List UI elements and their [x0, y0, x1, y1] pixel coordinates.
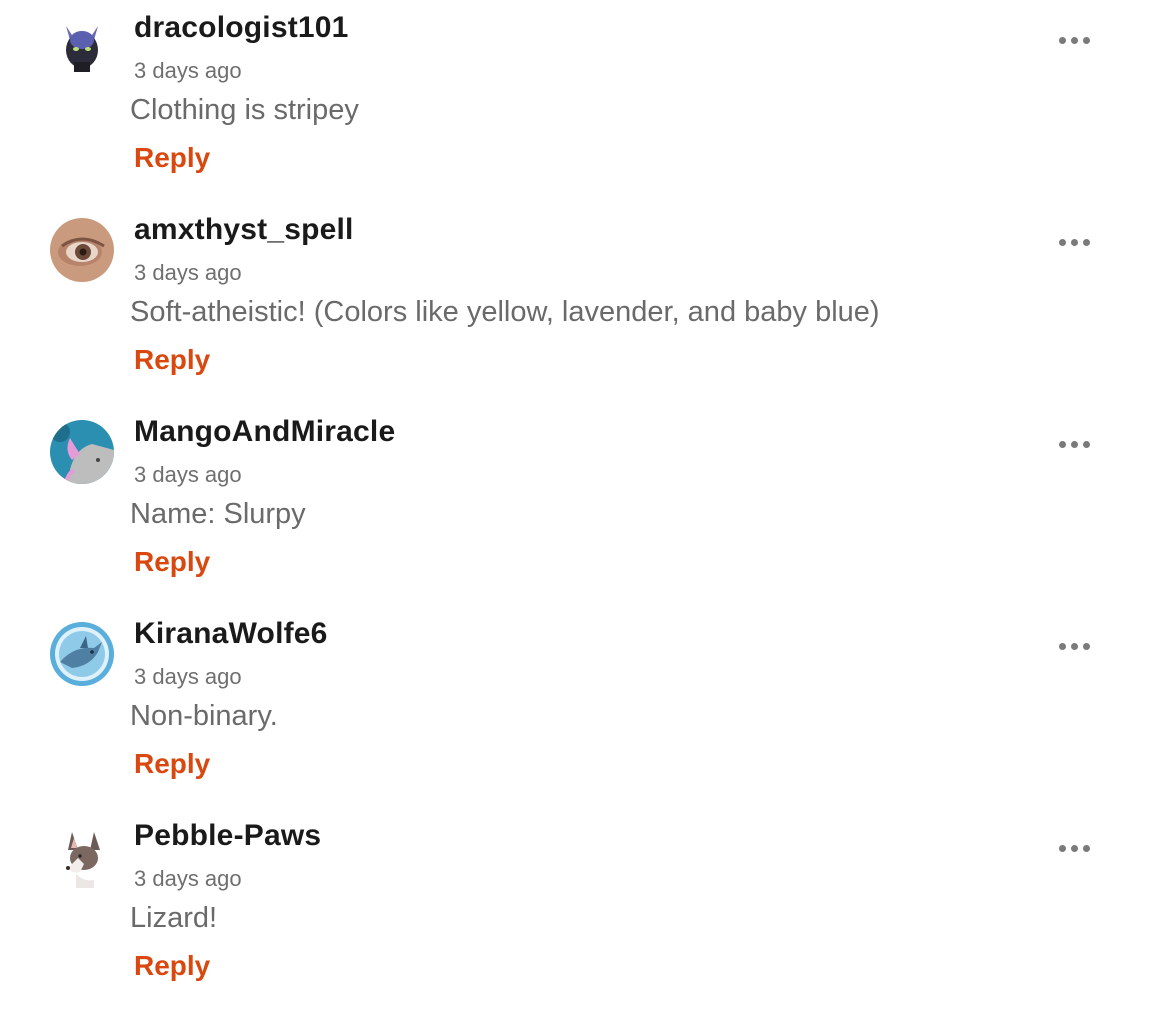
comment-text: Lizard! [130, 902, 218, 934]
username[interactable]: MangoAndMiracle [134, 412, 395, 452]
more-options-button[interactable] [1052, 226, 1096, 258]
more-icon-dot [1082, 642, 1090, 650]
comment-item: MangoAndMiracle 3 days ago Name: Slurpy … [0, 404, 1169, 606]
more-icon-dot [1058, 238, 1066, 246]
comment-text: Clothing is stripey [130, 94, 359, 126]
reply-button[interactable]: Reply [134, 744, 210, 784]
timestamp: 3 days ago [134, 58, 242, 83]
more-icon-dot [1070, 36, 1078, 44]
reply-button[interactable]: Reply [134, 542, 210, 582]
reply-button[interactable]: Reply [134, 340, 210, 380]
timestamp: 3 days ago [134, 462, 242, 487]
more-icon-dot [1070, 440, 1078, 448]
timestamp: 3 days ago [134, 664, 242, 689]
username[interactable]: dracologist101 [134, 8, 349, 48]
more-icon-dot [1070, 642, 1078, 650]
comment-item: Pebble-Paws 3 days ago Lizard! Reply [0, 808, 1169, 1010]
comment-item: dracologist101 3 days ago Clothing is st… [0, 0, 1169, 202]
more-icon-dot [1082, 36, 1090, 44]
comment-item: KiranaWolfe6 3 days ago Non-binary. Repl… [0, 606, 1169, 808]
comment-text: Soft-atheistic! (Colors like yellow, lav… [130, 296, 880, 328]
more-options-button[interactable] [1052, 428, 1096, 460]
dragon-avatar-icon[interactable] [50, 622, 114, 686]
dragon-avatar-icon[interactable] [50, 16, 114, 80]
comment-item: amxthyst_spell 3 days ago Soft-atheistic… [0, 202, 1169, 404]
reply-button[interactable]: Reply [134, 138, 210, 178]
more-icon-dot [1070, 238, 1078, 246]
cat-avatar-icon[interactable] [50, 420, 114, 484]
timestamp: 3 days ago [134, 866, 242, 891]
comment-text: Non-binary. [130, 700, 278, 732]
comment-text: Name: Slurpy [130, 498, 306, 530]
username[interactable]: Pebble-Paws [134, 816, 321, 856]
reply-button[interactable]: Reply [134, 946, 210, 986]
more-icon-dot [1058, 36, 1066, 44]
more-icon-dot [1058, 642, 1066, 650]
username[interactable]: KiranaWolfe6 [134, 614, 328, 654]
more-options-button[interactable] [1052, 832, 1096, 864]
username[interactable]: amxthyst_spell [134, 210, 354, 250]
more-icon-dot [1070, 844, 1078, 852]
timestamp: 3 days ago [134, 260, 242, 285]
more-icon-dot [1082, 844, 1090, 852]
wolf-avatar-icon[interactable] [50, 824, 114, 888]
eye-avatar-icon[interactable] [50, 218, 114, 282]
more-icon-dot [1082, 238, 1090, 246]
more-options-button[interactable] [1052, 24, 1096, 56]
more-icon-dot [1058, 440, 1066, 448]
more-icon-dot [1058, 844, 1066, 852]
more-options-button[interactable] [1052, 630, 1096, 662]
more-icon-dot [1082, 440, 1090, 448]
